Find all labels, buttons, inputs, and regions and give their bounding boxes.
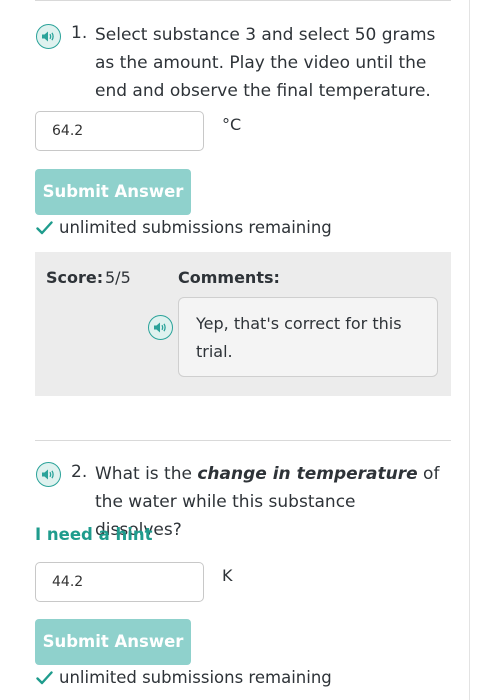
checkmark-icon <box>36 220 53 234</box>
comments-label: Comments: <box>178 268 280 287</box>
top-divider <box>35 0 451 1</box>
question-divider <box>35 440 451 441</box>
q1-feedback-panel: Score: 5/5 Comments: Yep, that's correct… <box>35 252 451 396</box>
q2-status: unlimited submissions remaining <box>36 668 332 687</box>
q1-unit: °C <box>222 115 242 134</box>
q1-text: Select substance 3 and select 50 grams a… <box>95 25 436 101</box>
q1-answer-field[interactable]: 64.2 <box>35 111 204 151</box>
comment-text: Yep, that's correct for this trial. <box>178 297 438 377</box>
q2-number: 2. <box>71 462 88 482</box>
q1-status: unlimited submissions remaining <box>36 218 332 237</box>
q2-submit-button[interactable]: Submit Answer <box>35 619 191 665</box>
score-label: Score: <box>46 268 104 287</box>
q2-answer-field[interactable]: 44.2 <box>35 562 204 602</box>
frame-edge <box>469 0 470 700</box>
q1-status-text: unlimited submissions remaining <box>59 218 332 237</box>
q2-status-text: unlimited submissions remaining <box>59 668 332 687</box>
q2-text-emphasis: change in temperature <box>197 464 418 484</box>
q1-audio-icon[interactable] <box>36 24 61 49</box>
comment-audio-icon[interactable] <box>148 315 173 340</box>
q2-text-start: What is the <box>95 464 198 484</box>
hint-link[interactable]: I need a hint <box>35 525 152 544</box>
q1-number: 1. <box>71 23 88 43</box>
score-value: 5/5 <box>105 268 131 287</box>
q1-submit-button[interactable]: Submit Answer <box>35 169 191 215</box>
q2-unit: K <box>222 566 233 585</box>
q2-audio-icon[interactable] <box>36 462 61 487</box>
checkmark-icon <box>36 670 53 684</box>
